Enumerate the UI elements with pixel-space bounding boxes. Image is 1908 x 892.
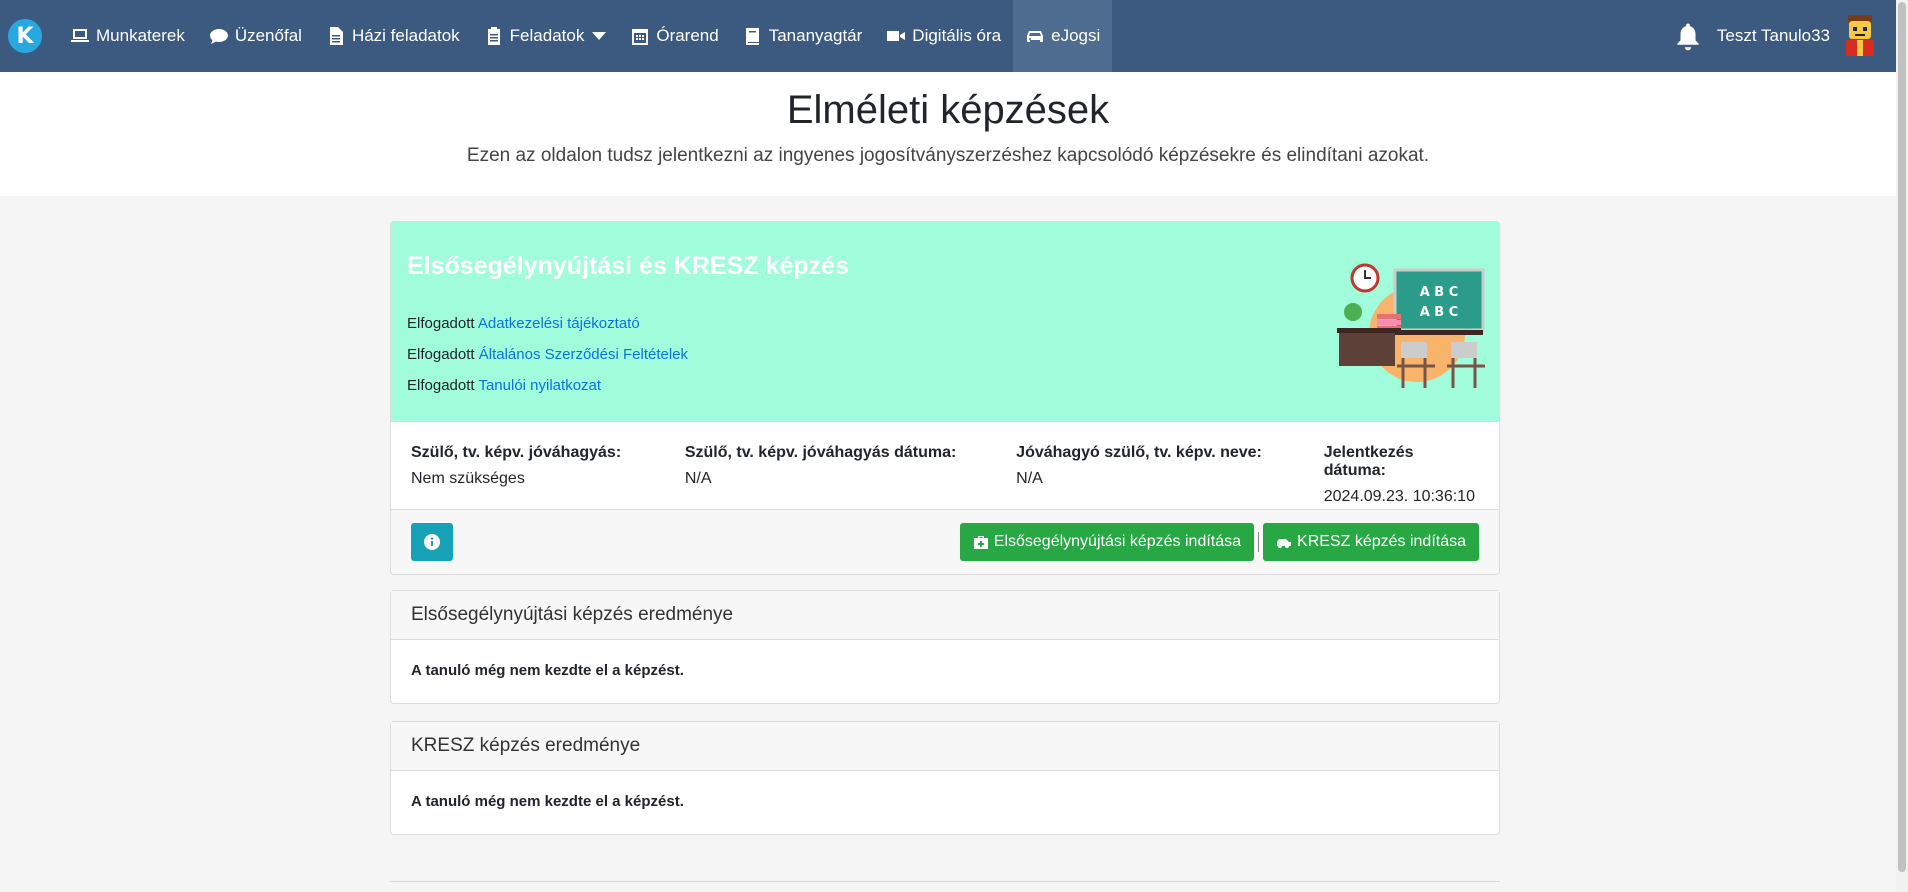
clipboard-icon	[487, 27, 500, 45]
accepted-terms: Elfogadott Általános Szerződési Feltétel…	[407, 346, 1483, 363]
accepted-student-statement: Elfogadott Tanulói nyilatkozat	[407, 377, 1483, 394]
book-icon	[745, 28, 759, 45]
info-button[interactable]	[411, 523, 453, 561]
button-label: Elsősegélynyújtási képzés indítása	[993, 533, 1242, 550]
button-label: KRESZ képzés indítása	[1297, 533, 1466, 550]
info-value: N/A	[1016, 470, 1043, 487]
info-value: 2024.09.23. 10:36:10	[1323, 488, 1475, 505]
start-kresz-button[interactable]: KRESZ képzés indítása	[1263, 523, 1479, 561]
kresz-result-card: KRESZ képzés eredménye A tanuló még nem …	[390, 721, 1500, 835]
student-statement-link[interactable]: Tanulói nyilatkozat	[478, 377, 601, 394]
car-icon	[1027, 31, 1044, 42]
chevron-down-icon	[592, 32, 607, 40]
start-first-aid-button[interactable]: Elsősegélynyújtási képzés indítása	[959, 523, 1255, 561]
terms-link[interactable]: Általános Szerződési Feltételek	[479, 346, 688, 363]
info-registration-date: Jelentkezés dátuma: 2024.09.23. 10:36:10	[1324, 444, 1479, 509]
file-icon	[329, 27, 343, 45]
bell-icon[interactable]	[1673, 21, 1703, 51]
nav-item-tananyagtar[interactable]: Tananyagtár	[731, 0, 875, 72]
page-subtitle: Ezen az oldalon tudsz jelentkezni az ing…	[466, 145, 1430, 166]
nav-item-label: eJogsi	[1051, 26, 1101, 45]
accepted-prefix: Elfogadott	[407, 377, 475, 394]
result-card-title: Elsősegélynyújtási képzés eredménye	[391, 591, 1499, 640]
classroom-illustration: A B C A B C	[1337, 263, 1485, 388]
nav-item-label: Digitális óra	[912, 26, 1002, 45]
nav-item-label: Feladatok	[509, 26, 585, 45]
nav-item-munkaterek[interactable]: Munkaterek	[58, 0, 197, 72]
nav-item-digitalis-ora[interactable]: Digitális óra	[874, 0, 1013, 72]
training-card-title: Elsősegélynyújtási és KRESZ képzés	[407, 252, 849, 280]
page-scrollbar[interactable]	[1896, 0, 1908, 892]
page-divider	[390, 881, 1500, 882]
result-card-body: A tanuló még nem kezdte el a képzést.	[411, 662, 684, 679]
info-value: N/A	[684, 470, 712, 487]
result-card-title: KRESZ képzés eredménye	[391, 722, 1499, 771]
comment-icon	[209, 29, 228, 44]
nav-item-feladatok-dropdown[interactable]: Feladatok	[472, 0, 619, 72]
info-approval-date: Szülő, tv. képv. jóváhagyás dátuma: N/A	[685, 444, 1016, 509]
result-card-body: A tanuló még nem kezdte el a képzést.	[411, 793, 684, 810]
training-card-footer: Elsősegélynyújtási képzés indítása KRESZ…	[391, 510, 1499, 574]
page-title: Elméleti képzések	[786, 88, 1110, 132]
blackboard-text: A B C	[1420, 305, 1459, 320]
user-avatar[interactable]	[1840, 13, 1880, 59]
nav-item-ejogsi[interactable]: eJogsi	[1013, 0, 1113, 72]
app-logo[interactable]: K	[8, 19, 42, 53]
accepted-prefix: Elfogadott	[407, 346, 475, 363]
info-label: Szülő, tv. képv. jóváhagyás dátuma:	[684, 444, 957, 461]
info-label: Szülő, tv. képv. jóváhagyás:	[411, 444, 622, 461]
scrollbar-thumb[interactable]	[1898, 2, 1906, 872]
info-approver-name: Jóváhagyó szülő, tv. képv. neve: N/A	[1016, 444, 1324, 509]
training-card-header: Elsősegélynyújtási és KRESZ képzés Elfog…	[391, 222, 1499, 422]
accepted-prefix: Elfogadott	[407, 315, 475, 332]
user-name[interactable]: Teszt Tanulo33	[1717, 26, 1830, 46]
nav-item-label: Tananyagtár	[768, 26, 863, 45]
info-parent-approval: Szülő, tv. képv. jóváhagyás: Nem szükség…	[411, 444, 685, 509]
nav-item-label: Házi feladatok	[351, 26, 460, 45]
nav-item-label: Órarend	[656, 26, 719, 45]
car-side-icon	[1277, 539, 1292, 548]
calendar-icon	[632, 29, 649, 45]
info-label: Jelentkezés dátuma:	[1323, 444, 1414, 479]
video-icon	[887, 31, 906, 41]
nav-item-label: Üzenőfal	[234, 26, 302, 45]
privacy-policy-link[interactable]: Adatkezelési tájékoztató	[478, 315, 640, 332]
nav-item-orarend[interactable]: Órarend	[618, 0, 730, 72]
info-icon	[424, 534, 440, 550]
page-header: Elméleti képzések Ezen az oldalon tudsz …	[0, 72, 1896, 196]
button-separator	[1258, 532, 1260, 552]
nav-item-uzenofal[interactable]: Üzenőfal	[197, 0, 314, 72]
nav-item-label: Munkaterek	[96, 26, 185, 45]
nav-item-hazi-feladatok[interactable]: Házi feladatok	[314, 0, 472, 72]
training-info-row: Szülő, tv. képv. jóváhagyás: Nem szükség…	[391, 422, 1499, 510]
accepted-privacy: Elfogadott Adatkezelési tájékoztató	[407, 315, 1483, 332]
blackboard-text: A B C	[1420, 285, 1459, 300]
training-card: Elsősegélynyújtási és KRESZ képzés Elfog…	[390, 221, 1500, 575]
first-aid-kit-icon	[973, 536, 988, 549]
info-value: Nem szükséges	[411, 470, 525, 487]
top-navbar: K Munkaterek Üzenőfal Házi feladatok Fel…	[0, 0, 1896, 72]
first-aid-result-card: Elsősegélynyújtási képzés eredménye A ta…	[390, 590, 1500, 704]
laptop-icon	[71, 29, 89, 42]
info-label: Jóváhagyó szülő, tv. képv. neve:	[1016, 444, 1262, 461]
